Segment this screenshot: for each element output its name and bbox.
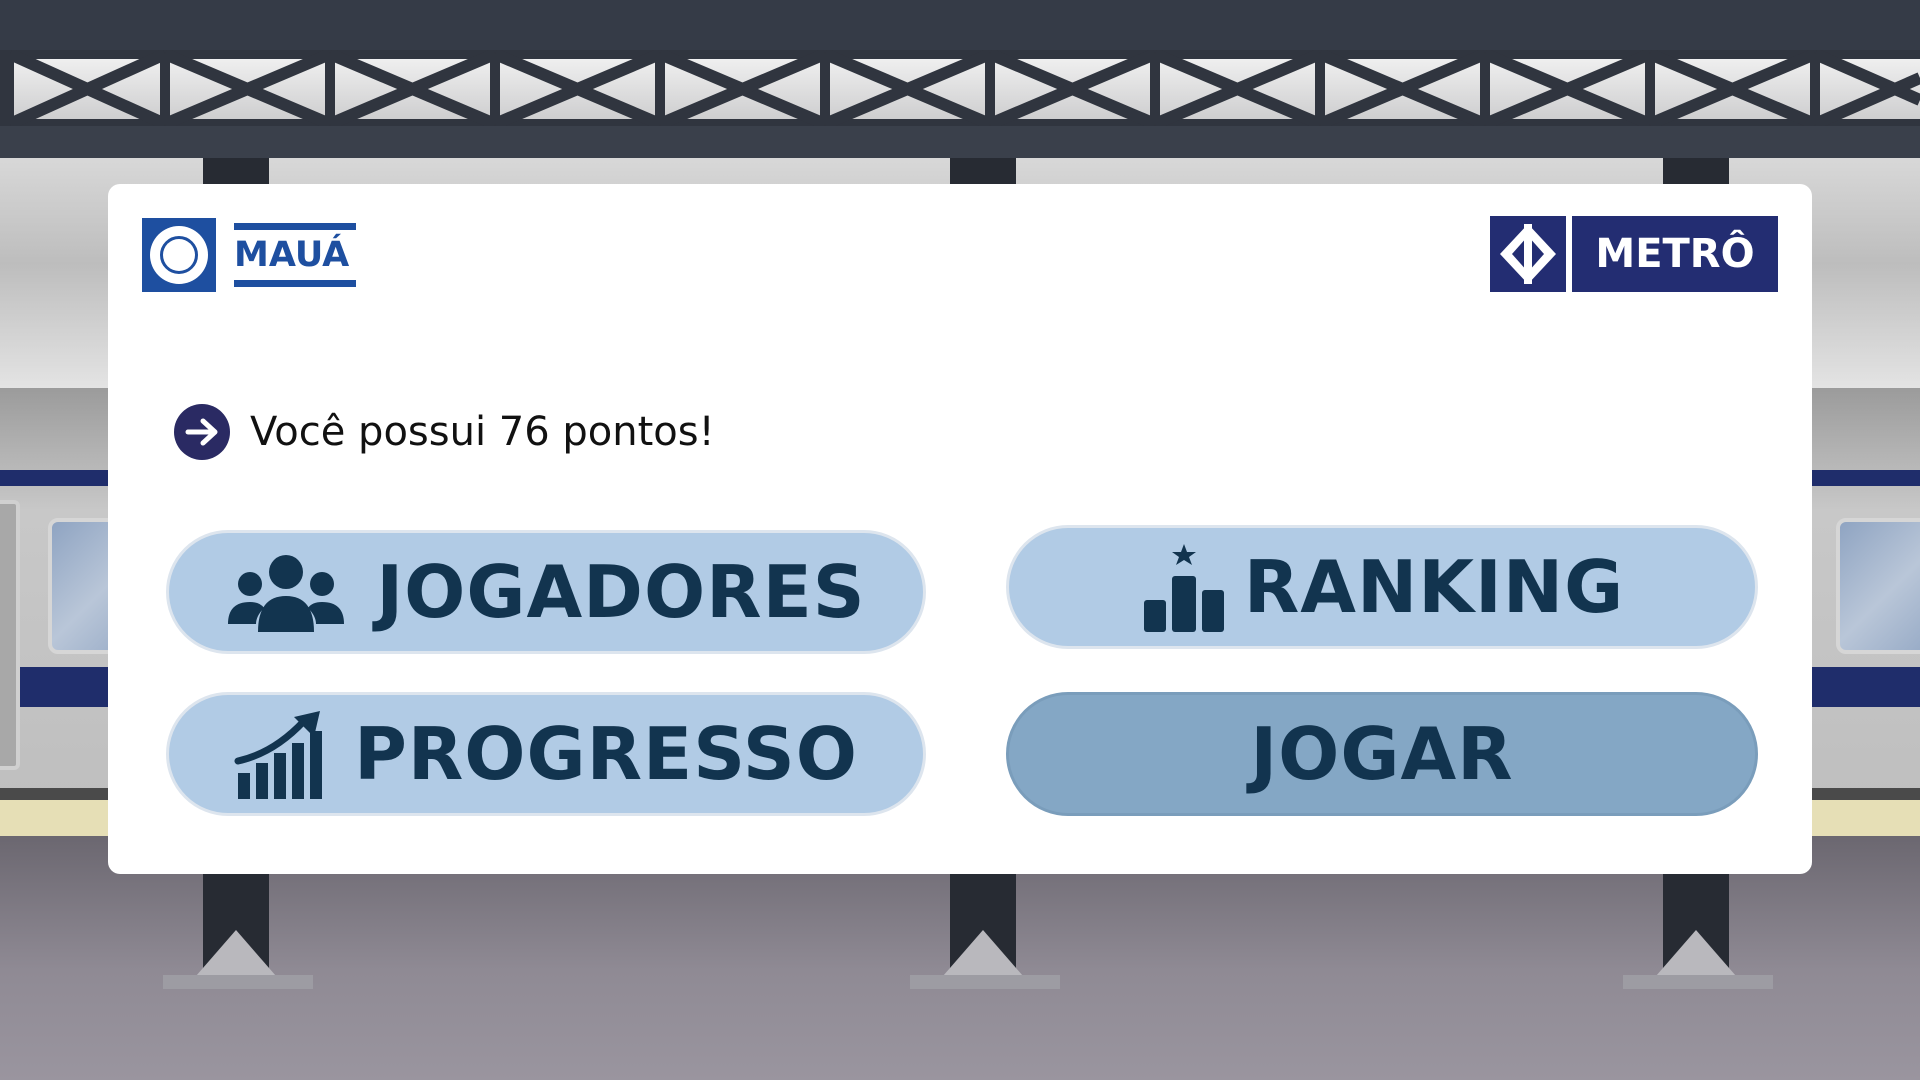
pillar-base — [1656, 930, 1736, 976]
progress-button[interactable]: PROGRESSO — [166, 692, 926, 816]
maua-emblem-icon — [142, 218, 216, 292]
maua-logo: MAUÁ — [142, 218, 356, 292]
chart-growth-icon — [234, 709, 324, 799]
points-display: Você possui 76 pontos! — [174, 404, 715, 460]
pillar-base — [910, 975, 1060, 989]
users-icon — [226, 552, 346, 632]
metro-logo-text: METRÔ — [1572, 216, 1778, 292]
pillar-base — [163, 975, 313, 989]
players-button[interactable]: JOGADORES — [166, 530, 926, 654]
train-door — [0, 500, 20, 770]
players-button-label: JOGADORES — [376, 550, 866, 634]
train-window — [1836, 518, 1920, 654]
roof — [0, 0, 1920, 52]
ranking-button[interactable]: RANKING — [1006, 525, 1758, 649]
ranking-button-label: RANKING — [1243, 545, 1625, 629]
pillar — [1663, 158, 1729, 186]
metro-logo: METRÔ — [1490, 216, 1778, 292]
play-button[interactable]: JOGAR — [1006, 692, 1758, 816]
pillar-base — [1623, 975, 1773, 989]
roof-beam — [0, 126, 1920, 158]
pillar — [950, 158, 1016, 186]
podium-icon — [1140, 542, 1228, 632]
metro-emblem-icon — [1490, 216, 1566, 292]
maua-logo-text: MAUÁ — [234, 235, 350, 275]
progress-button-label: PROGRESSO — [354, 712, 858, 796]
pillar — [203, 158, 269, 186]
menu-board: MAUÁ METRÔ Você possui 76 pontos! JOGADO… — [108, 184, 1812, 874]
play-button-label: JOGAR — [1250, 712, 1514, 796]
arrow-right-icon — [174, 404, 230, 460]
pillar-base — [943, 930, 1023, 976]
pillar-base — [196, 930, 276, 976]
points-text: Você possui 76 pontos! — [250, 409, 715, 455]
